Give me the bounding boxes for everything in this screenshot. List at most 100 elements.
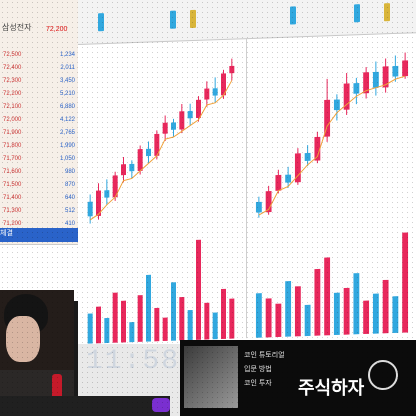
volume-bar (121, 300, 126, 343)
volume-bar (392, 296, 399, 334)
volume-bar (162, 317, 168, 342)
order-row[interactable]: 72,500 1,234 (3, 52, 75, 62)
toolbar-chip[interactable] (170, 10, 176, 29)
order-volume: 512 (64, 208, 75, 214)
volume-bar (372, 293, 379, 334)
volume-bar (353, 273, 360, 335)
candle-body (87, 201, 93, 217)
toolbar-chip[interactable] (98, 13, 104, 32)
order-row[interactable]: 71,300 512 (3, 208, 75, 218)
volume-bar (137, 295, 143, 342)
ad-banner[interactable]: 코인 튜토리얼 입문 방법 코인 투자 주식하자 (180, 340, 416, 416)
volume-bar (154, 307, 160, 342)
order-row[interactable]: 72,000 4,122 (3, 117, 75, 127)
order-row[interactable]: 71,400 640 (3, 195, 75, 205)
candle-body (229, 65, 235, 74)
volume-bar (265, 298, 272, 338)
ad-line-1: 코인 튜토리얼 (244, 352, 285, 359)
chart-window (78, 0, 416, 361)
order-book-rows: 72,500 1,234 72,400 2,011 72,300 3,450 72,200 5… (3, 52, 75, 234)
volume-bar (187, 309, 193, 341)
candle-body (146, 148, 151, 157)
order-price: 71,500 (3, 182, 22, 188)
panel-divider (246, 38, 247, 339)
order-volume: 1,234 (59, 52, 75, 58)
candle-body (196, 99, 201, 119)
order-book-panel: 삼성전자 72,200 72,500 1,234 72,400 2,011 72,300… (0, 0, 81, 301)
volume-bar (363, 300, 370, 335)
order-row[interactable]: 72,400 2,011 (3, 65, 75, 75)
toolbar-chip[interactable] (354, 4, 360, 23)
order-price: 71,600 (3, 169, 22, 175)
order-row[interactable]: 71,800 1,990 (3, 143, 75, 153)
order-volume: 1,990 (59, 143, 75, 149)
order-volume: 640 (64, 195, 75, 201)
order-price: 72,300 (3, 78, 22, 84)
order-volume: 980 (64, 169, 75, 175)
toolbar-chip[interactable] (290, 6, 296, 25)
candle-body (162, 122, 168, 134)
order-row[interactable]: 71,600 980 (3, 169, 75, 179)
volume-bar (304, 304, 311, 337)
volume-bar (146, 274, 151, 342)
candle-body (353, 83, 360, 94)
volume-bar (212, 312, 218, 340)
moving-average-line (258, 75, 406, 216)
order-volume: 4,122 (59, 117, 75, 123)
candle-body (402, 60, 409, 77)
candle-body (304, 152, 311, 162)
volume-bar (324, 257, 331, 336)
candle-body (204, 88, 210, 100)
order-price: 72,500 (3, 52, 22, 58)
order-price: 71,900 (3, 130, 22, 136)
order-row[interactable]: 71,700 1,050 (3, 156, 75, 166)
volume-bar (229, 298, 235, 339)
ad-image (184, 346, 238, 408)
order-volume: 1,050 (59, 156, 75, 162)
volume-bar (314, 268, 321, 336)
order-row[interactable]: 72,300 3,450 (3, 78, 75, 88)
order-row[interactable]: 71,500 870 (3, 182, 75, 192)
ad-line-2: 입문 방법 (244, 366, 272, 373)
candle-body (129, 163, 135, 172)
volume-bar (343, 287, 350, 335)
volume-bar (402, 232, 409, 333)
order-row[interactable]: 72,200 5,210 (3, 91, 75, 101)
candle-body (275, 174, 282, 191)
app-icon[interactable] (152, 398, 170, 412)
volume-bar (221, 288, 226, 340)
trade-tab-label: 체결 (0, 230, 13, 237)
trade-tab[interactable]: 체결 (0, 228, 80, 242)
toolbar-chip[interactable] (384, 3, 390, 22)
ad-headline: 주식하자 (298, 378, 365, 398)
order-price: 72,100 (3, 104, 22, 110)
volume-bar (129, 322, 135, 343)
order-row[interactable]: 71,900 2,765 (3, 130, 75, 140)
order-volume: 2,765 (59, 130, 75, 136)
order-price: 71,400 (3, 195, 22, 201)
volume-bar (255, 293, 262, 338)
order-volume: 3,450 (59, 78, 75, 84)
toolbar-chip[interactable] (190, 9, 196, 29)
volume-bar (104, 317, 110, 344)
candlestick-charts (87, 52, 409, 344)
volume-bar (275, 303, 282, 338)
candle-body (171, 122, 176, 130)
volume-bar (112, 292, 118, 343)
order-row[interactable]: 72,100 6,880 (3, 104, 75, 114)
volume-bar (171, 282, 176, 341)
order-volume: 2,011 (60, 65, 75, 71)
candle-body (333, 99, 340, 111)
moving-average-line (89, 80, 233, 221)
candle-body (137, 149, 143, 172)
candle-body (285, 174, 292, 183)
volume-bar (333, 292, 340, 336)
current-price: 72,200 (46, 26, 68, 33)
order-volume: 6,880 (59, 104, 75, 110)
order-volume: 870 (64, 182, 75, 188)
order-price: 71,300 (3, 208, 22, 214)
volume-bar (382, 279, 389, 334)
order-price: 72,200 (3, 91, 22, 97)
volume-bar (294, 286, 301, 337)
volume-bar (204, 302, 210, 340)
